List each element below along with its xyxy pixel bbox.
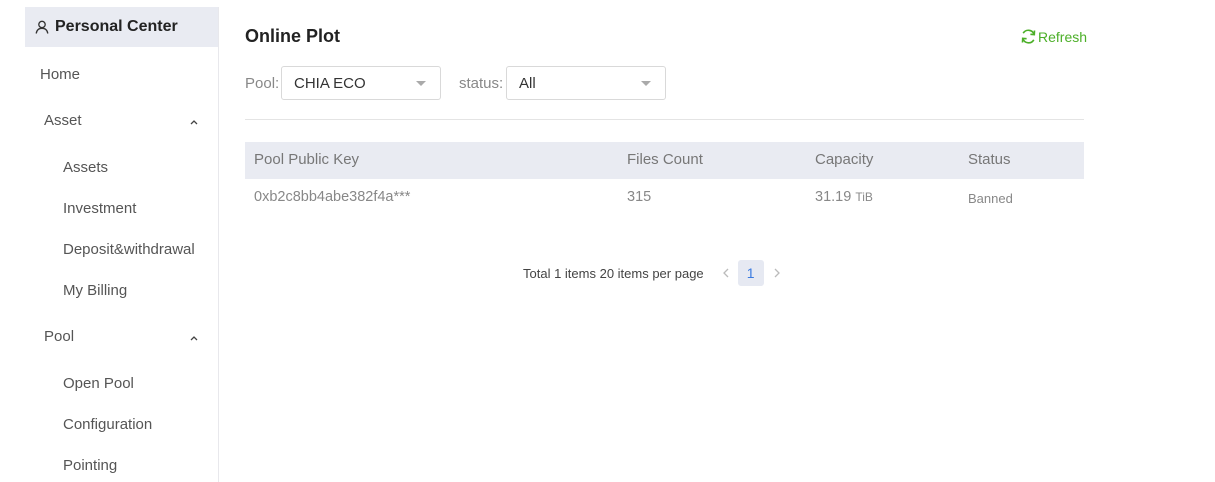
page-title: Online Plot (245, 26, 341, 46)
capacity-unit: TiB (855, 190, 873, 204)
cell-status: Banned (968, 191, 1013, 206)
chevron-right-icon[interactable] (771, 267, 783, 279)
status-select[interactable]: All (506, 66, 666, 100)
capacity-value: 31.19 (815, 189, 852, 205)
status-select-value: All (519, 74, 536, 92)
cell-pool-public-key: 0xb2c8bb4abe382f4a*** (254, 189, 411, 205)
sidebar-header-title: Personal Center (55, 18, 178, 35)
sidebar-group-pool[interactable]: Pool (44, 328, 74, 345)
sidebar-item-configuration[interactable]: Configuration (63, 416, 152, 433)
sidebar-header[interactable]: Personal Center (25, 7, 218, 47)
sidebar-item-home[interactable]: Home (40, 66, 80, 83)
caret-down-icon (641, 81, 651, 86)
column-header-files-count[interactable]: Files Count (627, 151, 703, 168)
pagination: Total 1 items 20 items per page 1 (523, 260, 783, 286)
user-icon (35, 20, 49, 34)
sidebar: Personal Center Home Asset Assets Invest… (25, 7, 219, 482)
column-header-status[interactable]: Status (968, 151, 1011, 168)
refresh-label: Refresh (1038, 28, 1088, 45)
column-header-capacity[interactable]: Capacity (815, 151, 873, 168)
sidebar-item-investment[interactable]: Investment (63, 200, 136, 217)
sidebar-item-deposit-withdrawal[interactable]: Deposit&withdrawal (63, 241, 195, 258)
divider (245, 119, 1084, 120)
sidebar-item-assets[interactable]: Assets (63, 159, 108, 176)
refresh-icon (1021, 29, 1036, 44)
chevron-left-icon[interactable] (720, 267, 732, 279)
pool-filter-label: Pool: (245, 75, 280, 92)
sidebar-item-open-pool[interactable]: Open Pool (63, 375, 134, 392)
pool-select[interactable]: CHIA ECO (281, 66, 441, 100)
table-header: Pool Public Key Files Count Capacity Sta… (245, 142, 1084, 179)
cell-capacity: 31.19 TiB (815, 189, 873, 205)
refresh-button[interactable]: Refresh (1020, 28, 1087, 45)
status-filter-label: status: (459, 75, 504, 92)
sidebar-item-my-billing[interactable]: My Billing (63, 282, 127, 299)
page-button-current[interactable]: 1 (737, 260, 764, 286)
caret-down-icon (416, 81, 426, 86)
chevron-up-icon[interactable] (189, 333, 199, 343)
sidebar-group-asset[interactable]: Asset (44, 112, 82, 129)
pool-select-value: CHIA ECO (294, 74, 366, 92)
pagination-summary: Total 1 items 20 items per page (523, 265, 704, 281)
cell-files-count: 315 (627, 189, 652, 205)
chevron-up-icon[interactable] (189, 117, 199, 127)
sidebar-item-pointing[interactable]: Pointing (63, 457, 117, 474)
column-header-pool-public-key[interactable]: Pool Public Key (254, 151, 359, 168)
